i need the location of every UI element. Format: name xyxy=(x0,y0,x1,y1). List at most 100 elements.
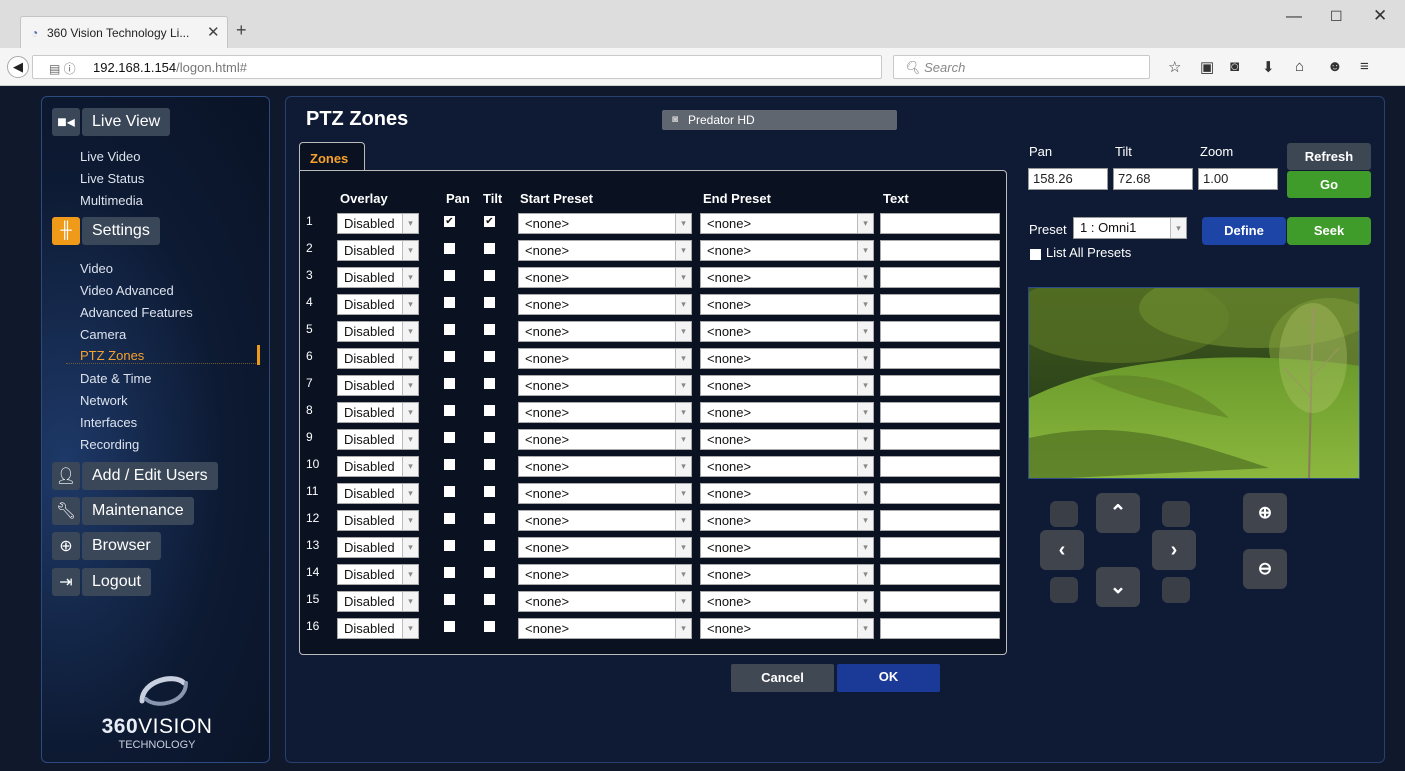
tilt-checkbox[interactable] xyxy=(484,432,495,443)
zone-text-input[interactable] xyxy=(880,348,1000,369)
tilt-checkbox[interactable] xyxy=(484,297,495,308)
bookmark-star-icon[interactable]: ☆ xyxy=(1168,58,1181,76)
zone-text-input[interactable] xyxy=(880,375,1000,396)
nav-browser[interactable]: ⊕ Browser xyxy=(52,532,161,560)
pan-checkbox[interactable] xyxy=(444,486,455,497)
zone-text-input[interactable] xyxy=(880,618,1000,639)
pan-field[interactable]: 158.26 xyxy=(1028,168,1108,190)
end-preset-select[interactable]: <none> ▾ xyxy=(700,456,874,477)
home-icon[interactable]: ⌂ xyxy=(1295,58,1304,75)
tilt-checkbox[interactable] xyxy=(484,459,495,470)
list-all-presets-checkbox[interactable] xyxy=(1030,249,1041,260)
end-preset-select[interactable]: <none> ▾ xyxy=(700,537,874,558)
zoom-out-button[interactable]: ⊖ xyxy=(1243,549,1287,589)
zone-text-input[interactable] xyxy=(880,564,1000,585)
overlay-select[interactable]: Disabled ▾ xyxy=(337,591,419,612)
end-preset-select[interactable]: <none> ▾ xyxy=(700,429,874,450)
pan-checkbox[interactable] xyxy=(444,405,455,416)
sidebar-item-live-video[interactable]: Live Video xyxy=(80,149,140,164)
pan-checkbox[interactable] xyxy=(444,297,455,308)
end-preset-select[interactable]: <none> ▾ xyxy=(700,483,874,504)
zone-text-input[interactable] xyxy=(880,402,1000,423)
end-preset-select[interactable]: <none> ▾ xyxy=(700,375,874,396)
pan-checkbox[interactable] xyxy=(444,540,455,551)
end-preset-select[interactable]: <none> ▾ xyxy=(700,402,874,423)
overlay-select[interactable]: Disabled ▾ xyxy=(337,348,419,369)
go-button[interactable]: Go xyxy=(1287,171,1371,198)
overlay-select[interactable]: Disabled ▾ xyxy=(337,429,419,450)
start-preset-select[interactable]: <none> ▾ xyxy=(518,321,692,342)
pan-checkbox[interactable] xyxy=(444,621,455,632)
url-bar[interactable]: ▤ ⓘ 192.168.1.154/logon.html# ↻ xyxy=(32,55,906,79)
camera-selector[interactable]: ◙ Predator HD xyxy=(662,110,897,130)
emoji-icon[interactable]: ☻ xyxy=(1327,58,1343,75)
nav-settings[interactable]: ╫ Settings xyxy=(52,217,160,245)
start-preset-select[interactable]: <none> ▾ xyxy=(518,348,692,369)
start-preset-select[interactable]: <none> ▾ xyxy=(518,402,692,423)
browser-tab[interactable]: ◔ 360 Vision Technology Li... ✕ xyxy=(20,16,228,48)
ptz-up-button[interactable]: ⌃ xyxy=(1096,493,1140,533)
tilt-checkbox[interactable] xyxy=(484,378,495,389)
zone-text-input[interactable] xyxy=(880,483,1000,504)
zoom-field[interactable]: 1.00 xyxy=(1198,168,1278,190)
start-preset-select[interactable]: <none> ▾ xyxy=(518,240,692,261)
overlay-select[interactable]: Disabled ▾ xyxy=(337,483,419,504)
tilt-checkbox[interactable] xyxy=(484,270,495,281)
start-preset-select[interactable]: <none> ▾ xyxy=(518,564,692,585)
tilt-checkbox[interactable]: ✔ xyxy=(484,216,495,227)
maximize-icon[interactable]: ☐ xyxy=(1330,8,1343,25)
pan-checkbox[interactable] xyxy=(444,270,455,281)
seek-button[interactable]: Seek xyxy=(1287,217,1371,245)
pocket-icon[interactable]: ◙ xyxy=(1230,58,1239,75)
pan-checkbox[interactable] xyxy=(444,459,455,470)
camera-preview[interactable] xyxy=(1028,287,1360,479)
refresh-button[interactable]: Refresh xyxy=(1287,143,1371,170)
start-preset-select[interactable]: <none> ▾ xyxy=(518,510,692,531)
end-preset-select[interactable]: <none> ▾ xyxy=(700,618,874,639)
download-icon[interactable]: ⬇ xyxy=(1262,58,1275,76)
start-preset-select[interactable]: <none> ▾ xyxy=(518,618,692,639)
tilt-checkbox[interactable] xyxy=(484,540,495,551)
info-icon[interactable]: ▤ ⓘ xyxy=(49,60,76,77)
tilt-checkbox[interactable] xyxy=(484,351,495,362)
end-preset-select[interactable]: <none> ▾ xyxy=(700,510,874,531)
new-tab-icon[interactable]: + xyxy=(236,20,247,41)
window-close-icon[interactable]: ✕ xyxy=(1373,6,1387,26)
back-arrow-icon[interactable]: ◀ xyxy=(7,56,29,78)
sidebar-item-recording[interactable]: Recording xyxy=(80,437,139,452)
tab-zones[interactable]: Zones xyxy=(299,142,365,171)
tilt-checkbox[interactable] xyxy=(484,567,495,578)
sidebar-item-network[interactable]: Network xyxy=(80,393,128,408)
end-preset-select[interactable]: <none> ▾ xyxy=(700,564,874,585)
tilt-field[interactable]: 72.68 xyxy=(1113,168,1193,190)
zone-text-input[interactable] xyxy=(880,321,1000,342)
overlay-select[interactable]: Disabled ▾ xyxy=(337,402,419,423)
overlay-select[interactable]: Disabled ▾ xyxy=(337,510,419,531)
define-button[interactable]: Define xyxy=(1202,217,1286,245)
pan-checkbox[interactable] xyxy=(444,594,455,605)
overlay-select[interactable]: Disabled ▾ xyxy=(337,321,419,342)
overlay-select[interactable]: Disabled ▾ xyxy=(337,537,419,558)
minimize-icon[interactable]: — xyxy=(1286,8,1302,26)
end-preset-select[interactable]: <none> ▾ xyxy=(700,591,874,612)
start-preset-select[interactable]: <none> ▾ xyxy=(518,537,692,558)
sidebar-item-date-time[interactable]: Date & Time xyxy=(80,371,152,386)
nav-logout[interactable]: ⇥ Logout xyxy=(52,568,151,596)
start-preset-select[interactable]: <none> ▾ xyxy=(518,294,692,315)
tilt-checkbox[interactable] xyxy=(484,621,495,632)
sidebar-item-ptz-zones[interactable]: PTZ Zones xyxy=(66,348,260,364)
overlay-select[interactable]: Disabled ▾ xyxy=(337,456,419,477)
pan-checkbox[interactable] xyxy=(444,378,455,389)
end-preset-select[interactable]: <none> ▾ xyxy=(700,348,874,369)
sidebar-item-video[interactable]: Video xyxy=(80,261,113,276)
ptz-down-button[interactable]: ⌄ xyxy=(1096,567,1140,607)
pan-checkbox[interactable] xyxy=(444,567,455,578)
end-preset-select[interactable]: <none> ▾ xyxy=(700,240,874,261)
tilt-checkbox[interactable] xyxy=(484,243,495,254)
pan-checkbox[interactable] xyxy=(444,324,455,335)
zone-text-input[interactable] xyxy=(880,591,1000,612)
end-preset-select[interactable]: <none> ▾ xyxy=(700,321,874,342)
overlay-select[interactable]: Disabled ▾ xyxy=(337,267,419,288)
zone-text-input[interactable] xyxy=(880,294,1000,315)
overlay-select[interactable]: Disabled ▾ xyxy=(337,240,419,261)
